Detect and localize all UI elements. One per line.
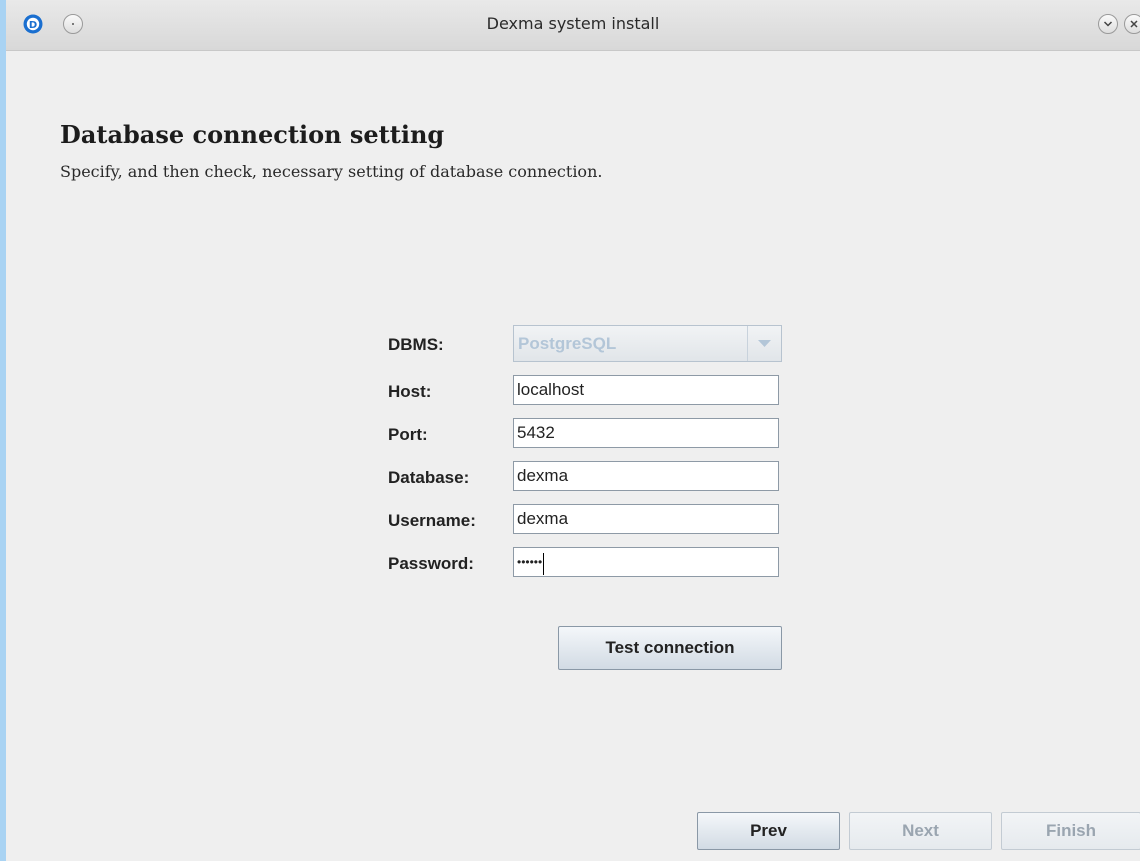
password-label: Password: (388, 554, 474, 573)
chevron-down-icon[interactable] (1098, 14, 1118, 34)
port-input[interactable]: 5432 (513, 418, 779, 448)
text-caret (543, 552, 545, 575)
dbms-label: DBMS: (388, 335, 444, 354)
dbms-selected-value: PostgreSQL (518, 334, 617, 353)
close-icon[interactable] (1124, 14, 1140, 34)
dbms-select[interactable]: PostgreSQL (513, 325, 782, 362)
prev-button[interactable]: Prev (697, 812, 840, 850)
database-input[interactable]: dexma (513, 461, 779, 491)
dropdown-arrow-icon[interactable] (747, 326, 781, 361)
test-connection-button[interactable]: Test connection (558, 626, 782, 670)
title-bar[interactable]: D Dexma system install (6, 0, 1140, 51)
username-label: Username: (388, 511, 476, 530)
host-label: Host: (388, 382, 432, 401)
database-label: Database: (388, 468, 470, 487)
host-input[interactable]: localhost (513, 375, 779, 405)
window-title: Dexma system install (486, 14, 660, 33)
next-button[interactable]: Next (849, 812, 992, 850)
username-input[interactable]: dexma (513, 504, 779, 534)
page-subtitle: Specify, and then check, necessary setti… (60, 162, 603, 181)
installer-window: D Dexma system install Database connecti… (0, 0, 1140, 861)
finish-button[interactable]: Finish (1001, 812, 1140, 850)
password-input[interactable]: •••••• (513, 547, 779, 577)
password-masked-value: •••••• (517, 555, 543, 569)
port-label: Port: (388, 425, 428, 444)
page-title: Database connection setting (60, 120, 445, 149)
